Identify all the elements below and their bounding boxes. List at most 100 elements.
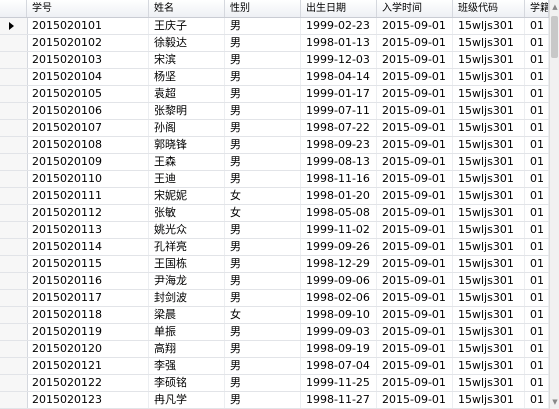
- cell-student-id[interactable]: 2015020111: [27, 188, 149, 204]
- table-row[interactable]: 2015020115 王国栋男 1998-12-29 2015-09-01 15wljs…: [0, 256, 549, 273]
- cell-enroll-date[interactable]: 2015-09-01: [377, 290, 453, 306]
- cell-class-code[interactable]: 15wljs301: [453, 52, 525, 68]
- cell-student-id[interactable]: 2015020114: [27, 239, 149, 255]
- cell-class-code[interactable]: 15wljs301: [453, 35, 525, 51]
- cell-birth-date[interactable]: 1998-05-08: [301, 205, 377, 221]
- cell-student-id[interactable]: 2015020106: [27, 103, 149, 119]
- cell-gender[interactable]: 男: [225, 18, 301, 34]
- cell-birth-date[interactable]: 1998-01-13: [301, 35, 377, 51]
- cell-birth-date[interactable]: 1998-01-20: [301, 188, 377, 204]
- cell-gender[interactable]: 女: [225, 205, 301, 221]
- cell-class-code[interactable]: 15wljs301: [453, 18, 525, 34]
- cell-enroll-date[interactable]: 2015-09-01: [377, 86, 453, 102]
- cell-status[interactable]: 01: [525, 69, 549, 85]
- row-selector[interactable]: [0, 392, 28, 408]
- table-row[interactable]: 2015020119 单振男 1999-09-03 2015-09-01 15wljs3…: [0, 324, 549, 341]
- cell-name[interactable]: 郭晓锋: [149, 137, 225, 153]
- cell-class-code[interactable]: 15wljs301: [453, 239, 525, 255]
- cell-gender[interactable]: 男: [225, 120, 301, 136]
- cell-enroll-date[interactable]: 2015-09-01: [377, 256, 453, 272]
- cell-gender[interactable]: 男: [225, 154, 301, 170]
- cell-class-code[interactable]: 15wljs301: [453, 256, 525, 272]
- cell-enroll-date[interactable]: 2015-09-01: [377, 222, 453, 238]
- column-header-birth-date[interactable]: 出生日期: [301, 0, 377, 17]
- cell-status[interactable]: 01: [525, 358, 549, 374]
- cell-gender[interactable]: 男: [225, 358, 301, 374]
- row-selector[interactable]: [0, 205, 28, 221]
- row-selector[interactable]: [0, 69, 28, 85]
- table-row[interactable]: 2015020103 宋滨男 1999-12-03 2015-09-01 15wljs3…: [0, 52, 549, 69]
- data-grid[interactable]: 学号 姓名 性别 出生日期 入学时间 班级代码 学籍状态 2015020101王…: [0, 0, 549, 409]
- row-selector[interactable]: [0, 222, 28, 238]
- cell-gender[interactable]: 男: [225, 273, 301, 289]
- table-row[interactable]: 2015020122 李硕铭男 1999-11-25 2015-09-01 15wljs…: [0, 375, 549, 392]
- cell-status[interactable]: 01: [525, 222, 549, 238]
- row-selector[interactable]: [0, 324, 28, 340]
- cell-status[interactable]: 01: [525, 103, 549, 119]
- cell-status[interactable]: 01: [525, 239, 549, 255]
- cell-birth-date[interactable]: 1998-07-22: [301, 120, 377, 136]
- cell-class-code[interactable]: 15wljs301: [453, 205, 525, 221]
- cell-birth-date[interactable]: 1999-09-03: [301, 324, 377, 340]
- row-selector[interactable]: [0, 154, 28, 170]
- cell-enroll-date[interactable]: 2015-09-01: [377, 358, 453, 374]
- cell-birth-date[interactable]: 1998-11-16: [301, 171, 377, 187]
- table-row[interactable]: 2015020113 姚光众男 1999-11-02 2015-09-01 15wljs…: [0, 222, 549, 239]
- cell-name[interactable]: 王庆子: [149, 18, 225, 34]
- cell-class-code[interactable]: 15wljs301: [453, 154, 525, 170]
- cell-enroll-date[interactable]: 2015-09-01: [377, 69, 453, 85]
- cell-birth-date[interactable]: 1998-07-04: [301, 358, 377, 374]
- table-row[interactable]: 2015020112 张敏女 1998-05-08 2015-09-01 15wljs3…: [0, 205, 549, 222]
- cell-status[interactable]: 01: [525, 52, 549, 68]
- cell-student-id[interactable]: 2015020108: [27, 137, 149, 153]
- cell-status[interactable]: 01: [525, 341, 549, 357]
- cell-class-code[interactable]: 15wljs301: [453, 69, 525, 85]
- cell-name[interactable]: 姚光众: [149, 222, 225, 238]
- table-row[interactable]: 2015020110 王迪男 1998-11-16 2015-09-01 15wljs3…: [0, 171, 549, 188]
- cell-student-id[interactable]: 2015020102: [27, 35, 149, 51]
- cell-gender[interactable]: 男: [225, 256, 301, 272]
- row-selector[interactable]: [0, 273, 28, 289]
- row-selector[interactable]: [0, 256, 28, 272]
- table-row[interactable]: 2015020106 张黎明男 1999-07-11 2015-09-01 15wljs…: [0, 103, 549, 120]
- cell-student-id[interactable]: 2015020115: [27, 256, 149, 272]
- cell-status[interactable]: 01: [525, 290, 549, 306]
- row-selector[interactable]: [0, 18, 28, 34]
- column-header-status[interactable]: 学籍状态: [525, 0, 549, 17]
- row-selector[interactable]: [0, 358, 28, 374]
- cell-student-id[interactable]: 2015020109: [27, 154, 149, 170]
- cell-class-code[interactable]: 15wljs301: [453, 324, 525, 340]
- cell-status[interactable]: 01: [525, 188, 549, 204]
- cell-birth-date[interactable]: 1999-08-13: [301, 154, 377, 170]
- cell-birth-date[interactable]: 1998-12-29: [301, 256, 377, 272]
- cell-enroll-date[interactable]: 2015-09-01: [377, 18, 453, 34]
- cell-student-id[interactable]: 2015020121: [27, 358, 149, 374]
- cell-enroll-date[interactable]: 2015-09-01: [377, 154, 453, 170]
- cell-gender[interactable]: 男: [225, 341, 301, 357]
- cell-enroll-date[interactable]: 2015-09-01: [377, 171, 453, 187]
- table-row[interactable]: 2015020121 李强男 1998-07-04 2015-09-01 15wljs3…: [0, 358, 549, 375]
- cell-student-id[interactable]: 2015020107: [27, 120, 149, 136]
- row-selector[interactable]: [0, 103, 28, 119]
- table-row[interactable]: 2015020117 封剑波男 1998-02-06 2015-09-01 15wljs…: [0, 290, 549, 307]
- cell-status[interactable]: 01: [525, 375, 549, 391]
- cell-status[interactable]: 01: [525, 392, 549, 408]
- cell-student-id[interactable]: 2015020120: [27, 341, 149, 357]
- cell-gender[interactable]: 男: [225, 86, 301, 102]
- column-header-gender[interactable]: 性别: [225, 0, 301, 17]
- cell-name[interactable]: 王国栋: [149, 256, 225, 272]
- cell-name[interactable]: 宋滨: [149, 52, 225, 68]
- table-row[interactable]: 2015020111 宋妮妮女 1998-01-20 2015-09-01 15wljs…: [0, 188, 549, 205]
- cell-status[interactable]: 01: [525, 324, 549, 340]
- column-header-enroll-date[interactable]: 入学时间: [377, 0, 453, 17]
- row-selector[interactable]: [0, 35, 28, 51]
- cell-class-code[interactable]: 15wljs301: [453, 171, 525, 187]
- cell-name[interactable]: 王迪: [149, 171, 225, 187]
- cell-enroll-date[interactable]: 2015-09-01: [377, 52, 453, 68]
- cell-class-code[interactable]: 15wljs301: [453, 375, 525, 391]
- scrollbar-thumb[interactable]: [551, 16, 558, 58]
- cell-gender[interactable]: 男: [225, 239, 301, 255]
- cell-birth-date[interactable]: 1999-02-23: [301, 18, 377, 34]
- cell-birth-date[interactable]: 1999-11-02: [301, 222, 377, 238]
- table-row[interactable]: 2015020114 孔祥亮男 1999-09-26 2015-09-01 15wljs…: [0, 239, 549, 256]
